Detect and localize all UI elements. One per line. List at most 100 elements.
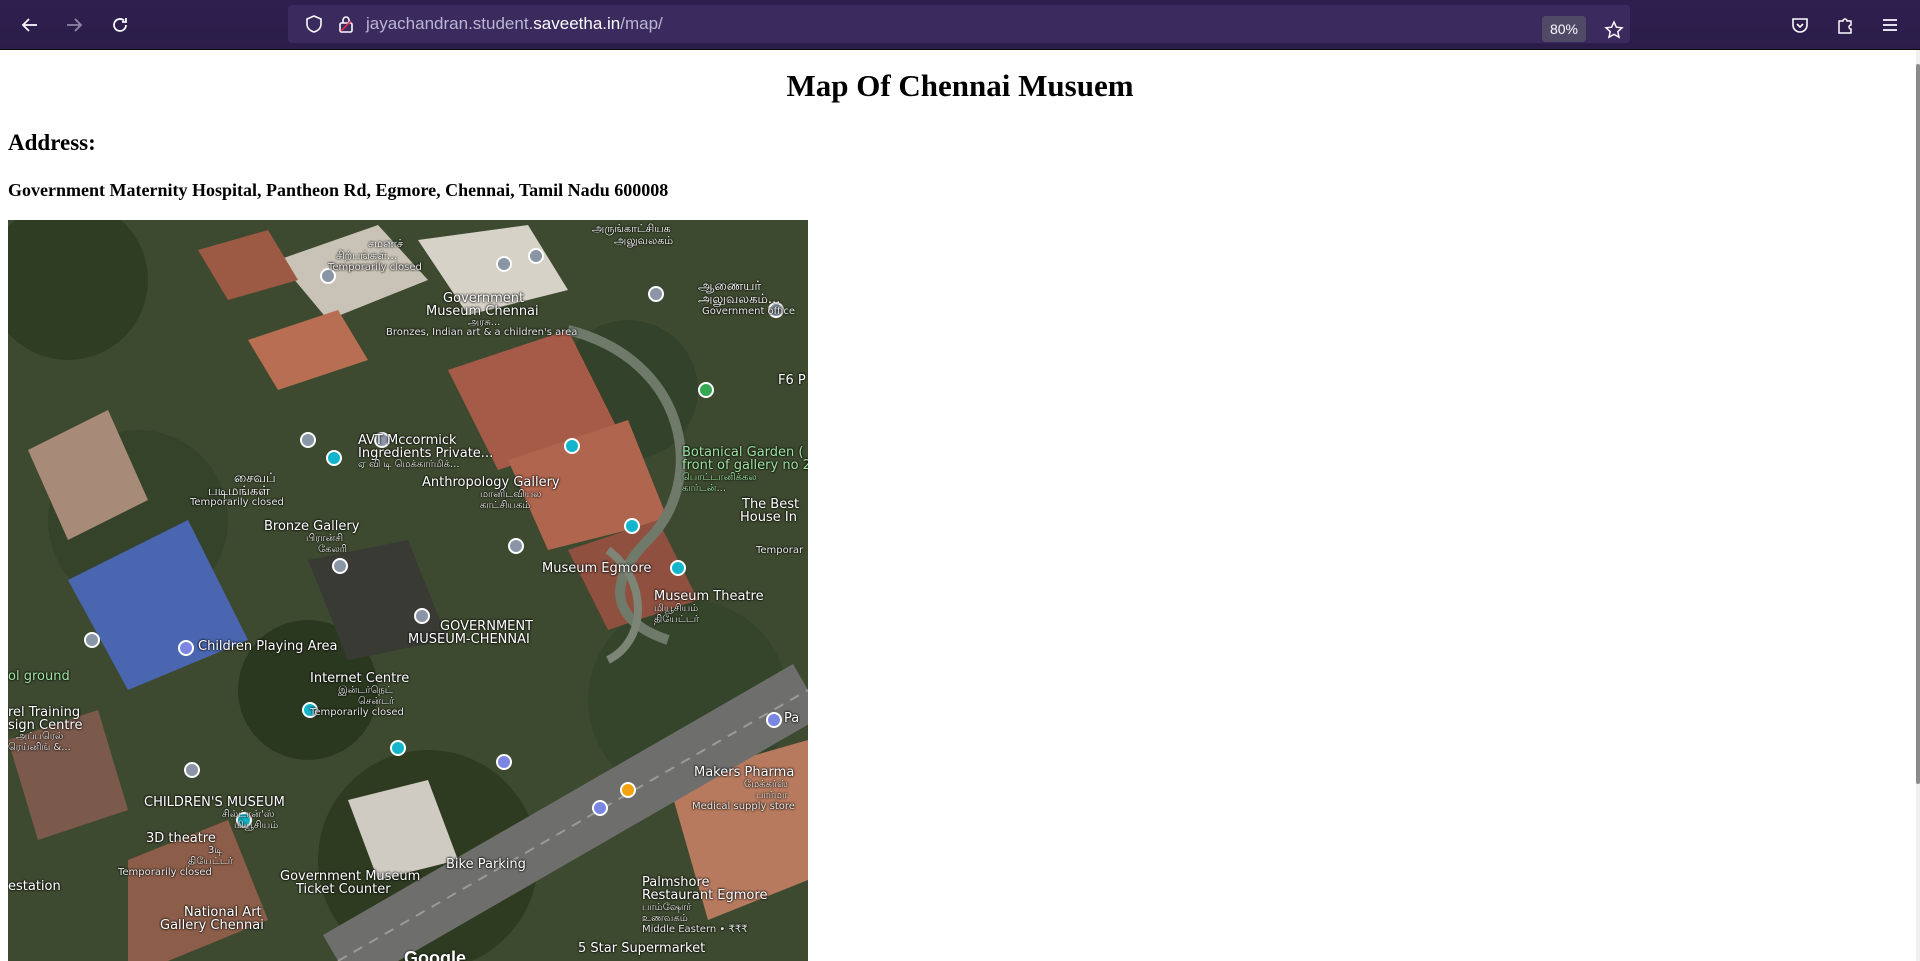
map-label: சில்ட்ரன்'ஸ் [222,809,275,820]
reload-icon [113,18,127,32]
map-label: பாம்ஷோர் [642,902,692,913]
restaurant-pin-icon[interactable] [620,782,636,798]
museum-pin-icon[interactable] [564,438,580,454]
map-pin-icon[interactable] [648,286,664,302]
map-label: கார்டன்... [682,483,727,494]
star-icon [1604,20,1624,39]
map-label: சென்டர் [358,696,395,707]
map-label: Pa [784,711,800,726]
map-label: சிற்பங்கள்... [336,249,398,262]
parking-pin-icon[interactable] [496,754,512,770]
google-logo: Google [404,948,466,961]
map-pin-icon[interactable] [84,632,100,648]
map-label: ரெய்னிங் &... [8,742,71,753]
page-title: Map Of Chennai Musuem [786,68,1134,103]
museum-pin-icon[interactable] [624,518,640,534]
url-prefix: jayachandran.student. [366,14,534,33]
map-label: Temporarily closed [310,707,404,718]
map-label: சமணச் [368,237,404,250]
map-label: அருங்காட்சியக [592,222,671,235]
map-label: மியூசியம் [234,820,279,831]
map-label: Bike Parking [446,857,526,872]
address-text: Government Maternity Hospital, Pantheon … [8,180,669,200]
map-label: MUSEUM-CHENNAI [408,632,530,647]
map-label: Children Playing Area [198,639,338,654]
url-path: /map/ [620,14,663,33]
parking-pin-icon[interactable] [178,640,194,656]
map-label: பார்மா [756,790,788,801]
address-bar[interactable]: jayachandran.student.saveetha.in/map/ 80… [288,5,1630,43]
map-label: ஏ வி டி மெக்கார்மிக்... [358,459,460,470]
map-label: estation [8,879,61,894]
map-label: 3டி [208,845,223,856]
map-pin-icon[interactable] [508,538,524,554]
map-label: உணவகம் [642,913,688,924]
map-label: Makers Pharma [694,765,795,780]
museum-pin-icon[interactable] [670,560,686,576]
map-label: Restaurant Egmore [642,888,768,903]
reload-button[interactable] [104,9,136,41]
arrow-left-icon [21,18,37,32]
forward-button[interactable] [58,9,90,41]
puzzle-icon [1838,18,1852,34]
embedded-satellite-map[interactable]: அருங்காட்சியக அலுவலகம் சமணச் சிற்பங்கள்.… [8,220,808,961]
map-pin-icon[interactable] [184,762,200,778]
map-label: பொட்டானிக்கல [682,472,757,483]
map-label: அலுவலகம்... [698,292,781,307]
map-label: தியேட்டர் [654,614,700,625]
map-label: மேக்கர்ஸ் [744,779,788,790]
back-button[interactable] [14,9,46,41]
museum-pin-icon[interactable] [390,740,406,756]
address-heading: Address: [8,130,96,155]
url-domain: saveetha.in [533,14,621,33]
map-label: Anthropology Gallery [422,475,560,490]
url-text[interactable]: jayachandran.student.saveetha.in/map/ [366,14,663,34]
map-label: மியூசியம் [654,603,699,614]
map-label: Middle Eastern • ₹₹₹ [642,924,748,935]
zoom-level-button[interactable]: 80% [1542,16,1586,42]
map-label: Temporarily closed [118,867,212,878]
map-label: Museum Theatre [654,589,764,604]
map-label: Gallery Chennai [160,918,264,933]
map-label: பிரான்சி [306,533,344,544]
page-content: Map Of Chennai Musuem Address: Governmen… [0,50,1916,961]
map-pin-icon[interactable] [528,248,544,264]
map-label: 5 Star Supermarket [578,941,706,956]
map-label: அலுவலகம் [614,234,674,247]
browser-toolbar: jayachandran.student.saveetha.in/map/ 80… [0,0,1920,49]
map-label: House In [740,510,797,525]
pocket-button[interactable] [1784,9,1816,41]
map-label: CHILDREN'S MUSEUM [144,795,285,810]
map-label: Bronzes, Indian art & a children's area [386,327,578,338]
map-pin-icon[interactable] [414,608,430,624]
map-label: அப்பரெல் [16,731,64,742]
map-label: Medical supply store [692,801,795,812]
map-pin-icon[interactable] [496,256,512,272]
medical-pin-icon[interactable] [766,712,782,728]
garden-pin-icon[interactable] [698,382,714,398]
museum-pin-icon[interactable] [326,450,342,466]
map-label: மானிடவியல [480,489,542,500]
map-pin-icon[interactable] [300,432,316,448]
extensions-button[interactable] [1829,9,1861,41]
map-label: Government office [702,306,795,317]
map-label: Internet Centre [310,671,410,686]
page-scrollbar-thumb[interactable] [1916,64,1920,784]
map-label: காட்சியகம் [480,500,531,511]
menu-button[interactable] [1874,9,1906,41]
map-label: front of gallery no 2 [682,458,808,473]
map-label: Museum Egmore [542,561,652,576]
map-label: Ticket Counter [296,882,391,897]
arrow-right-icon [67,18,83,32]
map-label: Bronze Gallery [264,519,360,534]
map-label: இன்டர்நெட் [338,685,393,696]
map-label: F6 P [778,373,806,388]
lock-icon[interactable] [336,14,356,34]
bookmark-star-button[interactable] [1598,14,1630,46]
shield-icon[interactable] [304,14,324,34]
shopping-pin-icon[interactable] [592,800,608,816]
map-label: 3D theatre [146,831,216,846]
map-label: Temporar [756,545,804,556]
map-label: ol ground [8,669,70,684]
map-pin-icon[interactable] [332,558,348,574]
